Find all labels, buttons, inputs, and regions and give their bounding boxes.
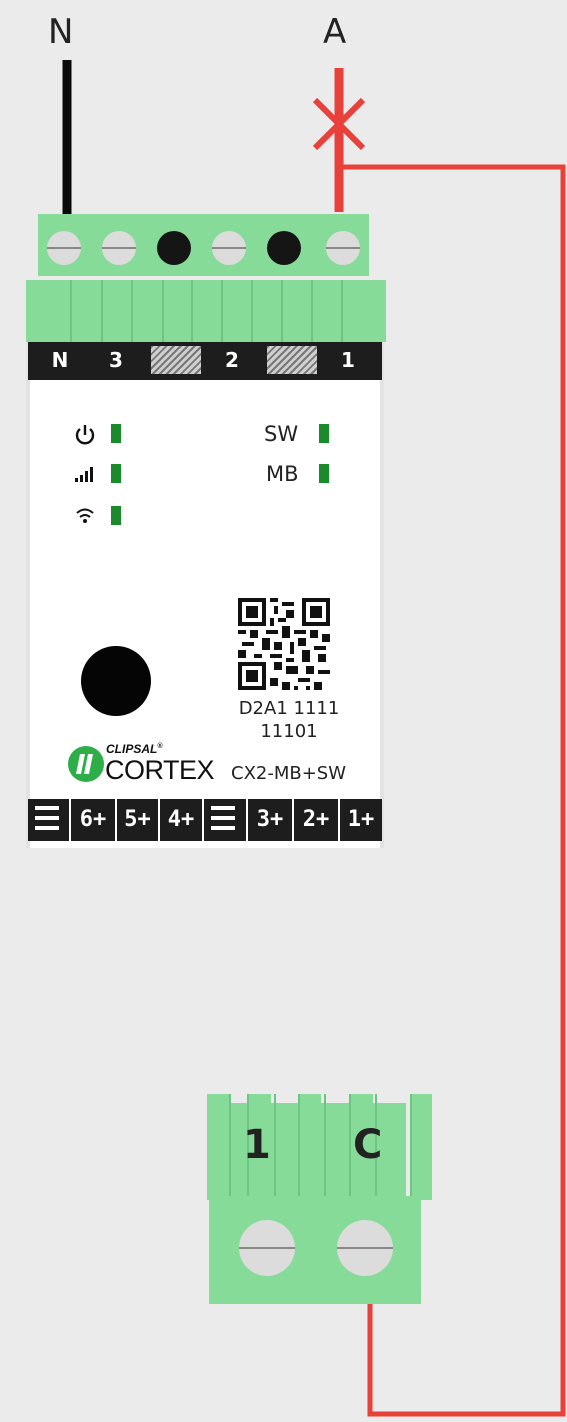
fin-divider [274, 1094, 276, 1200]
fin-divider [281, 280, 283, 342]
terminal-label-5plus: 5+ [124, 807, 151, 832]
connector-fin [207, 1094, 229, 1200]
sw-led-label: SW [264, 422, 299, 446]
terminal-label-n: N [51, 348, 69, 372]
mb-led-label: MB [266, 462, 299, 486]
terminal-label-1plus: 1+ [347, 807, 375, 832]
terminal-screw-3[interactable] [102, 231, 136, 265]
fin-divider [298, 1094, 300, 1200]
wifi-icon [76, 508, 94, 523]
fin-divider [221, 280, 223, 342]
terminal-hole [157, 231, 191, 265]
fin-divider [251, 280, 253, 342]
switch-screw-1[interactable] [239, 1220, 295, 1276]
serial-number-line1: D2A1 1111 [238, 698, 340, 719]
fin-divider [70, 280, 72, 342]
serial-number-line2: 11101 [260, 721, 318, 742]
qr-code-icon [238, 598, 330, 690]
terminal-screw-2[interactable] [212, 231, 246, 265]
brand-name: CORTEX [105, 755, 215, 785]
brand-small: CLIPSAL® [106, 742, 163, 756]
terminal-label-4plus: 4+ [167, 807, 195, 832]
terminal-label-3plus: 3+ [256, 807, 284, 832]
terminal-label-3: 3 [109, 348, 123, 372]
fin-divider [341, 280, 343, 342]
connector-fin [299, 1094, 321, 1200]
signal-led [111, 464, 121, 483]
mb-led [319, 464, 329, 483]
fin-divider [349, 1094, 351, 1200]
sw-led [319, 424, 329, 443]
model-number: CX2-MB+SW [231, 763, 347, 784]
terminal-screw-1[interactable] [326, 231, 360, 265]
power-icon [75, 425, 95, 445]
active-label: A [323, 12, 348, 52]
switch-terminal-label-1: 1 [243, 1122, 271, 1168]
fin-divider [324, 1094, 326, 1200]
module-fins [26, 280, 386, 342]
fin-divider [162, 280, 164, 342]
fin-divider [191, 280, 193, 342]
switch-terminal-label-c: C [353, 1122, 383, 1168]
terminal-label-1: 1 [341, 348, 355, 372]
top-terminal-block [38, 214, 369, 276]
connector-fin [410, 1094, 432, 1200]
terminal-screw-n[interactable] [47, 231, 81, 265]
hatch-blank [267, 346, 317, 374]
power-led [111, 424, 121, 443]
fin-divider [311, 280, 313, 342]
neutral-label: N [48, 12, 75, 52]
fin-divider [131, 280, 133, 342]
terminal-label-6plus: 6+ [79, 807, 107, 832]
terminal-label-2: 2 [225, 348, 239, 372]
hatch-blank [151, 346, 201, 374]
terminal-hole [267, 231, 301, 265]
fin-divider [410, 1094, 412, 1200]
clipsal-logo-icon [68, 746, 104, 782]
signal-bars-icon [75, 467, 93, 482]
wifi-led [111, 506, 121, 525]
bottom-divider [202, 799, 204, 841]
wiring-diagram: N A N 3 2 1 SW MB D2A1 1111 11101 CLIPSA… [0, 0, 567, 1422]
fin-divider [229, 1094, 231, 1200]
switch-screw-c[interactable] [337, 1220, 393, 1276]
fin-divider [101, 280, 103, 342]
top-terminal-labels [28, 342, 382, 380]
pairing-button[interactable] [81, 646, 151, 716]
terminal-label-2plus: 2+ [302, 807, 330, 832]
